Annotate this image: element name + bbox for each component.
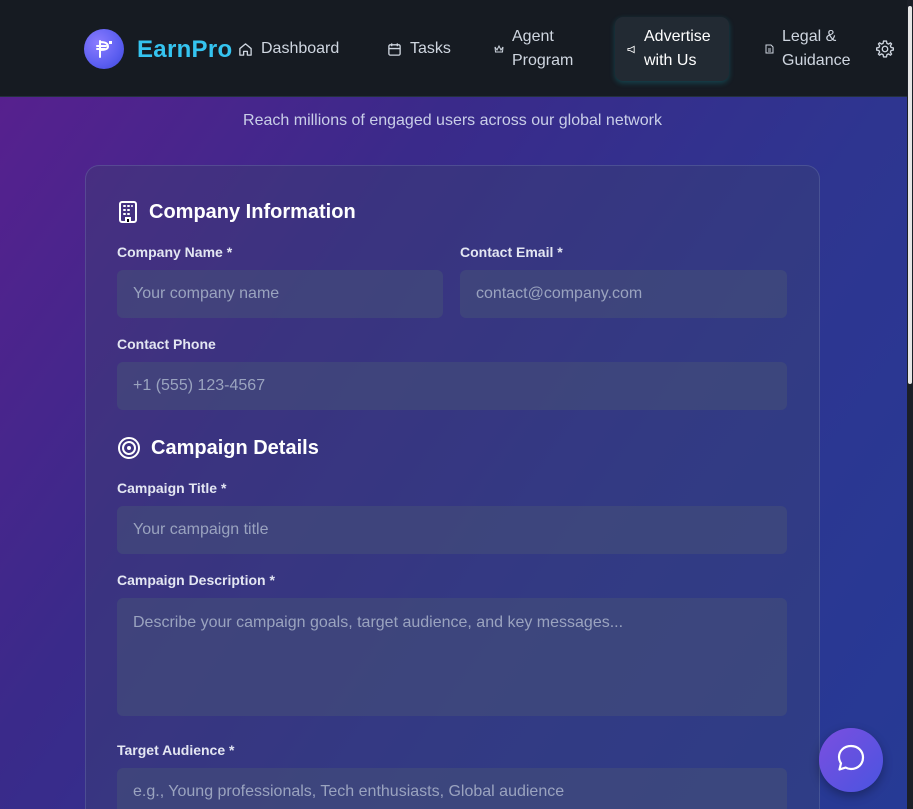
nav-advertise[interactable]: Advertise with Us xyxy=(627,25,711,73)
campaign-description-label: Campaign Description * xyxy=(117,572,275,588)
campaign-title-label: Campaign Title * xyxy=(117,480,227,496)
nav-advertise-line2: with Us xyxy=(644,52,697,69)
company-section-title-text: Company Information xyxy=(149,200,356,223)
nav-legal-label: Legal & Guidance xyxy=(782,25,851,73)
logo-icon[interactable] xyxy=(84,29,124,69)
megaphone-icon xyxy=(627,45,636,54)
building-icon xyxy=(117,200,139,224)
company-name-input[interactable]: Your company name xyxy=(117,270,443,318)
brand-name[interactable]: EarnPro xyxy=(137,36,232,64)
company-section-title: Company Information xyxy=(117,200,356,224)
target-audience-label: Target Audience * xyxy=(117,742,235,758)
nav-tasks-label: Tasks xyxy=(410,40,451,57)
company-name-label: Company Name * xyxy=(117,244,233,260)
gear-icon[interactable] xyxy=(875,39,895,64)
nav-agent-label: Agent Program xyxy=(512,25,573,73)
nav-dashboard[interactable]: Dashboard xyxy=(238,37,339,61)
crown-icon xyxy=(494,44,504,54)
nav-advertise-line1: Advertise xyxy=(644,28,711,45)
nav-advertise-label: Advertise with Us xyxy=(644,25,711,73)
contact-email-input[interactable]: contact@company.com xyxy=(460,270,787,318)
campaign-title-input[interactable]: Your campaign title xyxy=(117,506,787,554)
document-icon xyxy=(765,44,774,54)
campaign-description-textarea[interactable]: Describe your campaign goals, target aud… xyxy=(117,598,787,716)
scrollbar-thumb[interactable] xyxy=(908,6,912,384)
nav-agent-line1: Agent xyxy=(512,28,554,45)
contact-email-label: Contact Email * xyxy=(460,244,563,260)
target-audience-input[interactable]: e.g., Young professionals, Tech enthusia… xyxy=(117,768,787,809)
nav-legal-line2: Guidance xyxy=(782,52,851,69)
target-icon xyxy=(117,436,141,460)
calendar-icon xyxy=(387,42,402,57)
top-navigation-bar: EarnPro Dashboard Tasks Agent Program Ad… xyxy=(0,0,913,97)
home-icon xyxy=(238,42,253,57)
chat-button[interactable] xyxy=(819,728,883,792)
nav-tasks[interactable]: Tasks xyxy=(387,37,451,61)
nav-legal-line1: Legal & xyxy=(782,28,837,45)
hero-subtitle: Reach millions of engaged users across o… xyxy=(243,112,662,129)
nav-agent-program[interactable]: Agent Program xyxy=(494,25,573,73)
contact-phone-input[interactable]: +1 (555) 123-4567 xyxy=(117,362,787,410)
campaign-section-title-text: Campaign Details xyxy=(151,436,319,459)
campaign-section-title: Campaign Details xyxy=(117,436,319,460)
contact-phone-label: Contact Phone xyxy=(117,336,216,352)
nav-agent-line2: Program xyxy=(512,52,574,69)
nav-dashboard-label: Dashboard xyxy=(261,40,340,57)
chat-bubble-icon xyxy=(836,743,866,778)
nav-legal[interactable]: Legal & Guidance xyxy=(765,25,851,73)
